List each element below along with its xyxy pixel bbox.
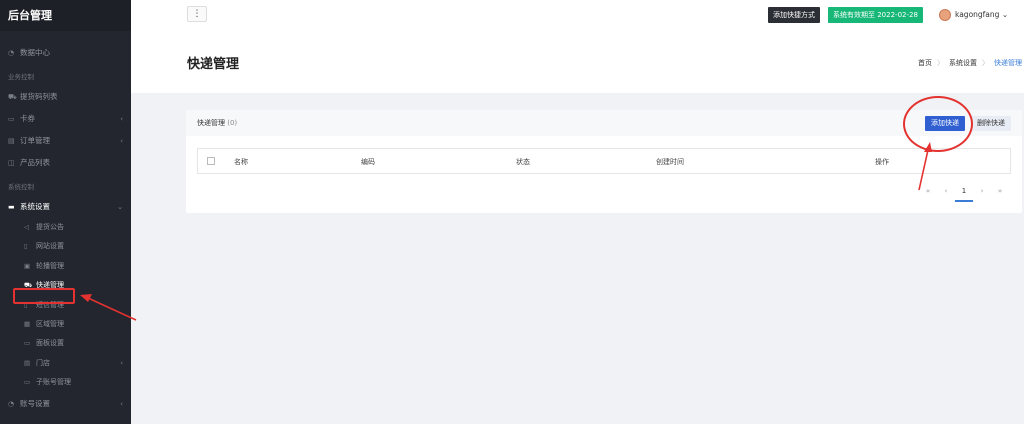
sidebar-subitem-site-settings[interactable]: ▯ 网站设置	[0, 237, 131, 256]
site-icon: ▯	[24, 242, 28, 251]
sidebar-item-products[interactable]: ◫ 产品列表	[0, 152, 131, 174]
sidebar-item-label: 提货公告	[36, 223, 64, 231]
sidebar-subitem-store[interactable]: ▤ 门店 ‹	[0, 354, 131, 373]
next-page-button[interactable]: ›	[973, 182, 991, 200]
chevron-down-icon: ⌄	[117, 203, 123, 211]
column-header-code[interactable]: 编码	[361, 157, 375, 167]
sidebar-item-label: 轮播管理	[36, 261, 64, 270]
cart-icon: ⛟	[8, 93, 17, 101]
prev-page-button[interactable]: ‹	[937, 182, 955, 200]
chevron-down-icon: ⌄	[1001, 10, 1009, 19]
notice-icon: ◁	[24, 223, 29, 231]
breadcrumb-separator-icon: 〉	[982, 59, 989, 67]
delivery-table-header: 名称 编码 状态 创建时间 操作	[197, 148, 1011, 174]
card-title-text: 快递管理	[197, 119, 225, 127]
sidebar-item-label: 子账号管理	[36, 378, 71, 387]
sidebar-subitem-subaccount[interactable]: ▭ 子账号管理	[0, 373, 131, 392]
subaccount-icon: ▭	[24, 378, 31, 387]
region-icon: ▦	[24, 319, 31, 328]
sidebar-subitem-notice[interactable]: ◁ 提货公告	[0, 218, 131, 237]
chevron-left-icon: ‹	[120, 115, 123, 123]
delete-delivery-button[interactable]: 删除快递	[971, 116, 1011, 131]
avatar	[939, 9, 951, 21]
delivery-card: 快递管理 (0) 添加快递 删除快递 名称 编码 状态 创建时间 操作 «‹ 1 ›…	[186, 110, 1022, 213]
select-all-checkbox[interactable]	[207, 157, 215, 165]
carousel-icon: ▣	[24, 261, 31, 270]
highlight-circle-annotation	[903, 96, 973, 152]
user-menu[interactable]: kagongfang ⌄	[939, 7, 1008, 23]
chevron-left-icon: ‹	[120, 137, 123, 145]
sidebar-item-label: 网站设置	[36, 242, 64, 251]
sidebar: 后台管理 ◔ 数据中心 业务控制 ⛟ 提货码列表 ▭ 卡券 ‹ ▤ 订单管理 ‹ ◫ 产品…	[0, 0, 131, 424]
current-page[interactable]: 1	[955, 182, 973, 202]
last-page-button[interactable]: »	[991, 182, 1009, 200]
top-header: ⋮ 添加快捷方式 系统有效期至 2022-02-28 kagongfang ⌄	[131, 0, 1024, 31]
add-shortcut-button[interactable]: 添加快捷方式	[768, 7, 820, 23]
highlight-box-annotation	[13, 288, 75, 304]
breadcrumb-current: 快递管理	[994, 59, 1022, 67]
sidebar-item-label: 面板设置	[36, 339, 64, 348]
card-header: 快递管理 (0) 添加快递 删除快递	[186, 110, 1022, 136]
store-icon: ▤	[24, 358, 31, 367]
sidebar-item-label: 订单管理	[20, 136, 50, 145]
chevron-left-icon: ‹	[120, 399, 123, 408]
page-title: 快递管理	[187, 57, 240, 72]
first-page-button[interactable]: «	[919, 182, 937, 200]
sidebar-group-system: 系统控制	[8, 183, 34, 191]
validity-badge: 系统有效期至 2022-02-28	[828, 7, 923, 23]
sidebar-group-business: 业务控制	[8, 73, 34, 81]
sidebar-item-system-settings[interactable]: ▬ 系统设置 ⌄	[0, 196, 131, 218]
order-icon: ▤	[8, 137, 15, 145]
sidebar-item-pickup-codes[interactable]: ⛟ 提货码列表	[0, 86, 131, 108]
brand-title: 后台管理	[0, 0, 131, 31]
sidebar-item-label: 提货码列表	[20, 92, 58, 101]
account-icon: ◔	[8, 399, 15, 408]
sidebar-item-label: 数据中心	[20, 48, 50, 57]
breadcrumb-home[interactable]: 首页	[918, 59, 932, 67]
column-header-status[interactable]: 状态	[516, 157, 530, 167]
sidebar-item-dashboard[interactable]: ◔ 数据中心	[0, 42, 131, 64]
sidebar-item-account-settings[interactable]: ◔ 账号设置 ‹	[0, 393, 131, 415]
username: kagongfang	[955, 10, 1000, 19]
breadcrumb-system-settings[interactable]: 系统设置	[949, 59, 977, 67]
product-icon: ◫	[8, 159, 15, 167]
breadcrumb: 首页〉系统设置〉快递管理	[918, 58, 1022, 68]
page-title-bar: 快递管理 首页〉系统设置〉快递管理	[131, 31, 1024, 93]
sidebar-item-label: 产品列表	[20, 158, 50, 167]
sidebar-subitem-carousel[interactable]: ▣ 轮播管理	[0, 257, 131, 276]
column-header-actions: 操作	[875, 158, 889, 166]
chevron-left-icon: ‹	[120, 358, 123, 367]
sidebar-subitem-region[interactable]: ▦ 区域管理	[0, 315, 131, 334]
sidebar-item-label: 账号设置	[20, 398, 50, 408]
dashboard-icon: ◔	[8, 49, 15, 57]
sidebar-item-orders[interactable]: ▤ 订单管理 ‹	[0, 130, 131, 152]
column-header-name[interactable]: 名称	[234, 157, 248, 167]
card-icon: ▭	[8, 115, 15, 123]
card-title: 快递管理 (0)	[197, 118, 237, 128]
sidebar-subitem-panel[interactable]: ▭ 面板设置	[0, 334, 131, 353]
sidebar-item-label: 门店	[36, 358, 50, 367]
column-header-created[interactable]: 创建时间	[656, 157, 684, 167]
breadcrumb-separator-icon: 〉	[937, 59, 944, 67]
settings-window-icon: ▬	[8, 203, 15, 211]
sidebar-item-label: 系统设置	[20, 202, 50, 211]
sidebar-item-label: 区域管理	[36, 319, 64, 328]
sidebar-item-label: 卡券	[20, 114, 35, 123]
card-count: (0)	[227, 119, 238, 127]
pagination: «‹ 1 ›»	[919, 182, 1009, 202]
menu-toggle-button[interactable]: ⋮	[187, 6, 207, 22]
sidebar-item-coupons[interactable]: ▭ 卡券 ‹	[0, 108, 131, 130]
panel-icon: ▭	[24, 339, 31, 348]
